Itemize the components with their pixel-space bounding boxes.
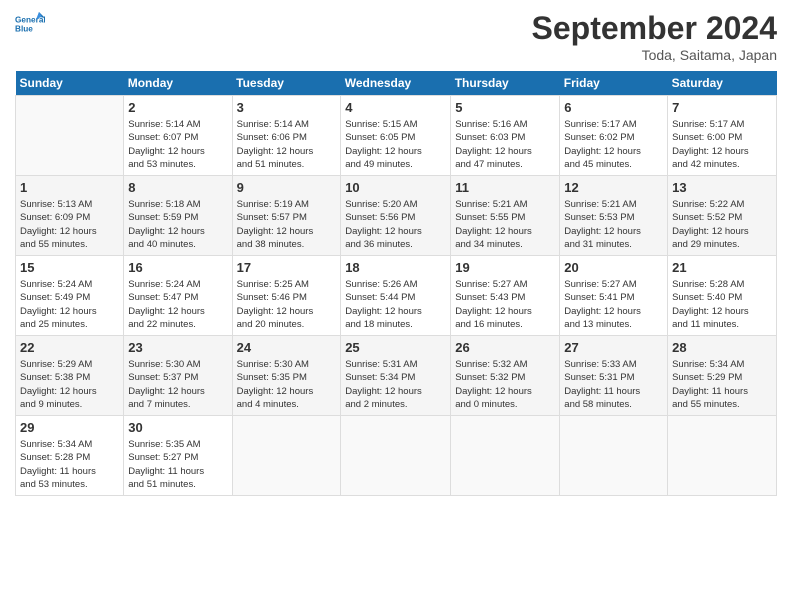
day-number: 1 xyxy=(20,179,119,197)
day-number: 29 xyxy=(20,419,119,437)
table-cell: 15Sunrise: 5:24 AMSunset: 5:49 PMDayligh… xyxy=(16,256,124,336)
day-number: 19 xyxy=(455,259,555,277)
day-number: 5 xyxy=(455,99,555,117)
table-cell: 16Sunrise: 5:24 AMSunset: 5:47 PMDayligh… xyxy=(124,256,232,336)
table-cell xyxy=(451,416,560,496)
table-cell xyxy=(16,96,124,176)
table-cell: 29Sunrise: 5:34 AMSunset: 5:28 PMDayligh… xyxy=(16,416,124,496)
table-cell: 17Sunrise: 5:25 AMSunset: 5:46 PMDayligh… xyxy=(232,256,341,336)
day-number: 3 xyxy=(237,99,337,117)
calendar-table: Sunday Monday Tuesday Wednesday Thursday… xyxy=(15,71,777,496)
calendar-week-row: 1Sunrise: 5:13 AMSunset: 6:09 PMDaylight… xyxy=(16,176,777,256)
day-number: 25 xyxy=(345,339,446,357)
table-cell: 10Sunrise: 5:20 AMSunset: 5:56 PMDayligh… xyxy=(341,176,451,256)
table-cell: 27Sunrise: 5:33 AMSunset: 5:31 PMDayligh… xyxy=(560,336,668,416)
day-number: 10 xyxy=(345,179,446,197)
day-number: 9 xyxy=(237,179,337,197)
table-cell xyxy=(668,416,777,496)
day-number: 30 xyxy=(128,419,227,437)
table-cell: 21Sunrise: 5:28 AMSunset: 5:40 PMDayligh… xyxy=(668,256,777,336)
table-cell: 22Sunrise: 5:29 AMSunset: 5:38 PMDayligh… xyxy=(16,336,124,416)
table-cell: 11Sunrise: 5:21 AMSunset: 5:55 PMDayligh… xyxy=(451,176,560,256)
svg-text:Blue: Blue xyxy=(15,25,33,34)
logo-icon: General Blue xyxy=(15,10,45,35)
table-cell xyxy=(560,416,668,496)
calendar-week-row: 29Sunrise: 5:34 AMSunset: 5:28 PMDayligh… xyxy=(16,416,777,496)
table-cell: 28Sunrise: 5:34 AMSunset: 5:29 PMDayligh… xyxy=(668,336,777,416)
col-thursday: Thursday xyxy=(451,71,560,96)
col-sunday: Sunday xyxy=(16,71,124,96)
table-cell: 4Sunrise: 5:15 AMSunset: 6:05 PMDaylight… xyxy=(341,96,451,176)
day-number: 18 xyxy=(345,259,446,277)
table-cell: 30Sunrise: 5:35 AMSunset: 5:27 PMDayligh… xyxy=(124,416,232,496)
col-monday: Monday xyxy=(124,71,232,96)
day-number: 28 xyxy=(672,339,772,357)
day-number: 22 xyxy=(20,339,119,357)
day-number: 7 xyxy=(672,99,772,117)
table-cell: 2Sunrise: 5:14 AMSunset: 6:07 PMDaylight… xyxy=(124,96,232,176)
page-container: General Blue September 2024 Toda, Saitam… xyxy=(0,0,792,506)
day-number: 15 xyxy=(20,259,119,277)
table-cell: 24Sunrise: 5:30 AMSunset: 5:35 PMDayligh… xyxy=(232,336,341,416)
table-cell xyxy=(232,416,341,496)
day-number: 17 xyxy=(237,259,337,277)
table-cell: 5Sunrise: 5:16 AMSunset: 6:03 PMDaylight… xyxy=(451,96,560,176)
table-cell: 26Sunrise: 5:32 AMSunset: 5:32 PMDayligh… xyxy=(451,336,560,416)
table-cell: 3Sunrise: 5:14 AMSunset: 6:06 PMDaylight… xyxy=(232,96,341,176)
table-cell: 6Sunrise: 5:17 AMSunset: 6:02 PMDaylight… xyxy=(560,96,668,176)
calendar-week-row: 15Sunrise: 5:24 AMSunset: 5:49 PMDayligh… xyxy=(16,256,777,336)
day-number: 20 xyxy=(564,259,663,277)
table-cell: 13Sunrise: 5:22 AMSunset: 5:52 PMDayligh… xyxy=(668,176,777,256)
table-cell: 1Sunrise: 5:13 AMSunset: 6:09 PMDaylight… xyxy=(16,176,124,256)
day-number: 8 xyxy=(128,179,227,197)
col-saturday: Saturday xyxy=(668,71,777,96)
day-number: 24 xyxy=(237,339,337,357)
col-wednesday: Wednesday xyxy=(341,71,451,96)
day-number: 2 xyxy=(128,99,227,117)
day-number: 12 xyxy=(564,179,663,197)
title-block: September 2024 Toda, Saitama, Japan xyxy=(532,10,777,63)
table-cell: 25Sunrise: 5:31 AMSunset: 5:34 PMDayligh… xyxy=(341,336,451,416)
table-cell: 9Sunrise: 5:19 AMSunset: 5:57 PMDaylight… xyxy=(232,176,341,256)
page-header: General Blue September 2024 Toda, Saitam… xyxy=(15,10,777,63)
day-number: 11 xyxy=(455,179,555,197)
table-cell: 8Sunrise: 5:18 AMSunset: 5:59 PMDaylight… xyxy=(124,176,232,256)
table-cell xyxy=(341,416,451,496)
table-cell: 20Sunrise: 5:27 AMSunset: 5:41 PMDayligh… xyxy=(560,256,668,336)
table-cell: 18Sunrise: 5:26 AMSunset: 5:44 PMDayligh… xyxy=(341,256,451,336)
calendar-week-row: 2Sunrise: 5:14 AMSunset: 6:07 PMDaylight… xyxy=(16,96,777,176)
table-cell: 19Sunrise: 5:27 AMSunset: 5:43 PMDayligh… xyxy=(451,256,560,336)
col-friday: Friday xyxy=(560,71,668,96)
logo: General Blue xyxy=(15,10,45,35)
day-number: 23 xyxy=(128,339,227,357)
location: Toda, Saitama, Japan xyxy=(532,47,777,63)
day-number: 21 xyxy=(672,259,772,277)
table-cell: 23Sunrise: 5:30 AMSunset: 5:37 PMDayligh… xyxy=(124,336,232,416)
day-number: 6 xyxy=(564,99,663,117)
month-title: September 2024 xyxy=(532,10,777,47)
day-number: 26 xyxy=(455,339,555,357)
calendar-header-row: Sunday Monday Tuesday Wednesday Thursday… xyxy=(16,71,777,96)
table-cell: 7Sunrise: 5:17 AMSunset: 6:00 PMDaylight… xyxy=(668,96,777,176)
day-number: 27 xyxy=(564,339,663,357)
table-cell: 12Sunrise: 5:21 AMSunset: 5:53 PMDayligh… xyxy=(560,176,668,256)
day-number: 13 xyxy=(672,179,772,197)
day-number: 4 xyxy=(345,99,446,117)
day-number: 16 xyxy=(128,259,227,277)
calendar-week-row: 22Sunrise: 5:29 AMSunset: 5:38 PMDayligh… xyxy=(16,336,777,416)
col-tuesday: Tuesday xyxy=(232,71,341,96)
